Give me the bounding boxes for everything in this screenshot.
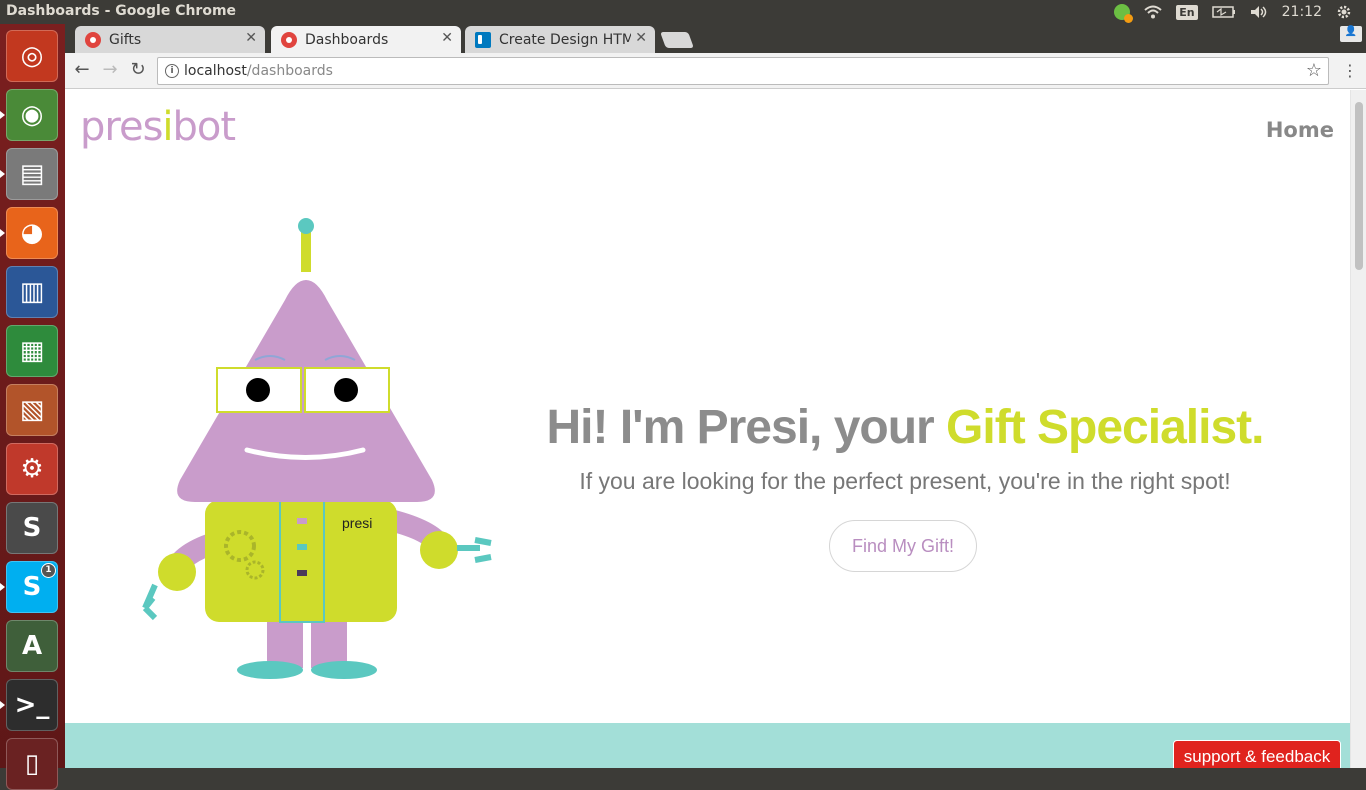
impress-launcher-icon[interactable]: ▧ [6, 384, 58, 436]
presibot-icon [281, 31, 297, 48]
page-viewport: presibot Home presi Hi! I'm Presi, your … [65, 90, 1350, 768]
window-title: Dashboards - Google Chrome [6, 3, 237, 19]
footer-band [65, 723, 1350, 768]
url-host: localhost [184, 63, 247, 79]
reload-button[interactable]: ↻ [127, 59, 149, 81]
tab-dashboards[interactable]: Dashboards ✕ [271, 26, 461, 53]
presibot-icon [85, 31, 101, 48]
tab-label: Dashboards [305, 31, 389, 48]
ubuntu-dash-launcher-icon[interactable]: ◎ [6, 30, 58, 82]
trello-icon [475, 31, 491, 48]
running-indicator-icon [0, 701, 5, 709]
browser-window: Gifts ✕ Dashboards ✕ Create Design HTM ✕… [65, 24, 1366, 768]
volume-icon[interactable] [1250, 5, 1268, 19]
hero-title: Hi! I'm Presi, your Gift Specialist. [546, 401, 1265, 454]
firefox-launcher-icon[interactable]: ◕ [0, 207, 58, 259]
presibot-logo[interactable]: presibot [80, 104, 236, 150]
profile-icon[interactable]: 👤 [1340, 26, 1362, 42]
system-settings-launcher-icon[interactable]: ⚙ [6, 443, 58, 495]
address-bar[interactable]: i localhost/dashboards ☆ [157, 57, 1329, 85]
skype-launcher-icon[interactable]: S1 [0, 561, 58, 613]
robot-chest-label: presi [342, 515, 372, 531]
trash-launcher-icon[interactable]: ▯ [6, 738, 58, 790]
running-indicator-icon [0, 583, 5, 591]
running-indicator-icon [0, 229, 5, 237]
scrollbar-thumb[interactable] [1355, 102, 1363, 270]
support-feedback-button[interactable]: support & feedback [1173, 740, 1341, 768]
menu-icon[interactable]: ⋮ [1342, 61, 1358, 80]
battery-icon[interactable] [1211, 6, 1236, 18]
running-indicator-icon [0, 170, 5, 178]
tab-create-design[interactable]: Create Design HTM ✕ [465, 26, 655, 53]
page-scrollbar[interactable] [1350, 90, 1366, 768]
terminal-launcher-icon[interactable]: >_ [0, 679, 58, 731]
chrome-launcher-icon[interactable]: ◉ [0, 89, 58, 141]
wifi-icon[interactable] [1144, 5, 1162, 19]
back-button[interactable]: ← [71, 59, 93, 81]
gear-icon[interactable] [1336, 4, 1352, 20]
new-tab-button[interactable] [660, 32, 694, 48]
url-path: /dashboards [246, 63, 333, 79]
running-indicator-icon [0, 111, 5, 119]
update-notifier-icon[interactable] [1114, 4, 1134, 23]
presi-robot-illustration: presi [142, 218, 492, 679]
indicators: En 21:12 [1114, 0, 1366, 24]
launcher: ◎ ◉ ▤ ◕ ▥ ▦ ▧ ⚙ S S 1 A >_ ▯ [0, 24, 65, 790]
close-icon[interactable]: ✕ [441, 30, 453, 46]
find-my-gift-button[interactable]: Find My Gift! [829, 520, 977, 572]
tab-gifts[interactable]: Gifts ✕ [75, 26, 265, 53]
info-icon[interactable]: i [165, 64, 179, 78]
writer-launcher-icon[interactable]: ▥ [6, 266, 58, 318]
nav-home-link[interactable]: Home [1266, 118, 1334, 142]
notification-badge: 1 [41, 563, 56, 578]
close-icon[interactable]: ✕ [245, 30, 257, 46]
tab-strip: Gifts ✕ Dashboards ✕ Create Design HTM ✕… [65, 24, 1366, 53]
forward-button[interactable]: → [99, 59, 121, 81]
sublime-text-launcher-icon[interactable]: S [6, 502, 58, 554]
clock[interactable]: 21:12 [1282, 4, 1322, 20]
keyboard-layout-indicator[interactable]: En [1176, 4, 1198, 20]
toolbar: ← → ↻ i localhost/dashboards ☆ ⋮ [65, 53, 1366, 89]
close-icon[interactable]: ✕ [635, 30, 647, 46]
bookmark-star-icon[interactable]: ☆ [1306, 58, 1322, 84]
hero-subtitle: If you are looking for the perfect prese… [579, 468, 1231, 494]
tab-label: Gifts [109, 31, 142, 48]
files-launcher-icon[interactable]: ▤ [0, 148, 58, 200]
top-panel: Dashboards - Google Chrome En 21:12 [0, 0, 1366, 24]
calc-launcher-icon[interactable]: ▦ [6, 325, 58, 377]
software-updater-launcher-icon[interactable]: A [6, 620, 58, 672]
hero-title-accent: Gift Specialist. [946, 401, 1264, 454]
tab-label: Create Design HTM [499, 31, 631, 48]
